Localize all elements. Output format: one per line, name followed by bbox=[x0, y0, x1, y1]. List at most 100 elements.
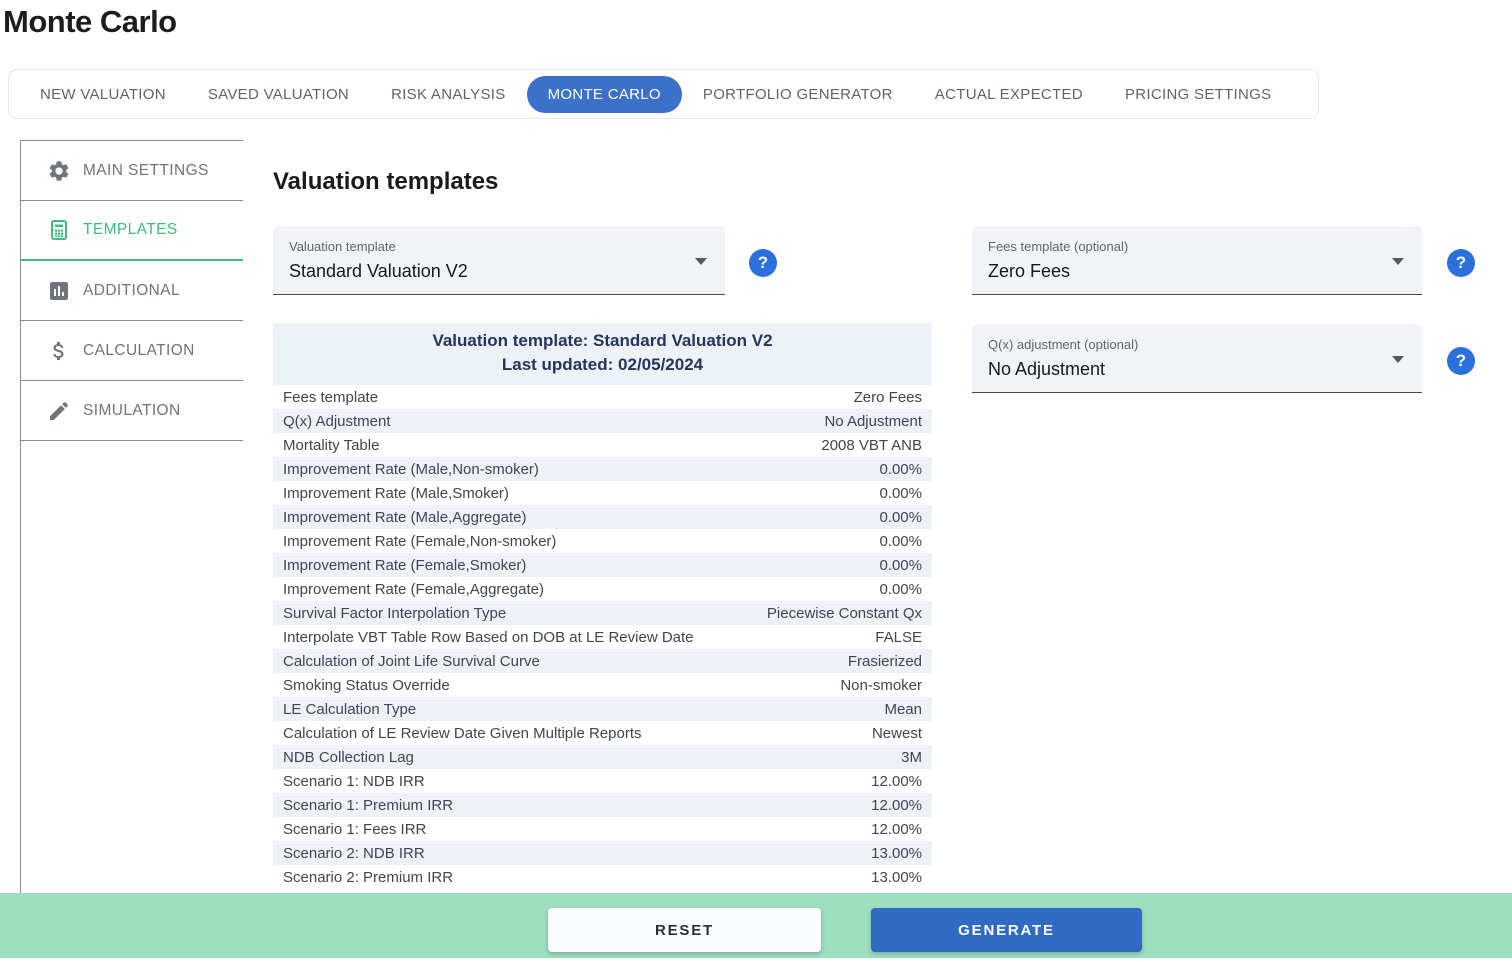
tab-label: MONTE CARLO bbox=[548, 86, 661, 103]
sidebar-item-main-settings[interactable]: MAIN SETTINGS bbox=[21, 141, 243, 201]
row-label: Fees template bbox=[283, 389, 378, 406]
table-row: Calculation of Joint Life Survival Curve… bbox=[273, 649, 932, 673]
valuation-template-help-icon[interactable]: ? bbox=[749, 249, 777, 277]
row-value: FALSE bbox=[875, 629, 922, 646]
qx-adjustment-help-icon[interactable]: ? bbox=[1447, 347, 1475, 375]
tab-label: NEW VALUATION bbox=[40, 86, 166, 103]
section-heading: Valuation templates bbox=[273, 168, 498, 196]
sidebar-item-label: CALCULATION bbox=[83, 342, 195, 360]
summary-title: Valuation template: Standard Valuation V… bbox=[273, 329, 932, 353]
chevron-down-icon bbox=[695, 258, 707, 265]
calculator-icon bbox=[47, 218, 71, 242]
sidebar-item-calculation[interactable]: CALCULATION bbox=[21, 321, 243, 381]
gear-icon bbox=[47, 159, 71, 183]
row-label: Improvement Rate (Male,Non-smoker) bbox=[283, 461, 539, 478]
valuation-template-select[interactable]: Valuation template Standard Valuation V2 bbox=[273, 226, 725, 295]
fees-template-select[interactable]: Fees template (optional) Zero Fees bbox=[972, 226, 1422, 295]
table-row: NDB Collection Lag 3M bbox=[273, 745, 932, 769]
reset-button[interactable]: RESET bbox=[548, 908, 821, 952]
row-value: Newest bbox=[872, 725, 922, 742]
action-footer: RESET GENERATE bbox=[0, 893, 1512, 958]
row-value: Frasierized bbox=[848, 653, 922, 670]
pencil-icon bbox=[47, 399, 71, 423]
row-label: Improvement Rate (Male,Aggregate) bbox=[283, 509, 526, 526]
row-value: 0.00% bbox=[879, 461, 922, 478]
row-value: Mean bbox=[884, 701, 922, 718]
fees-template-label: Fees template (optional) bbox=[988, 239, 1406, 254]
table-row: Calculation of LE Review Date Given Mult… bbox=[273, 721, 932, 745]
row-label: Scenario 2: NDB IRR bbox=[283, 845, 425, 862]
row-label: Improvement Rate (Female,Smoker) bbox=[283, 557, 526, 574]
sidebar-item-label: ADDITIONAL bbox=[83, 282, 180, 300]
row-label: Q(x) Adjustment bbox=[283, 413, 391, 430]
table-row: Q(x) Adjustment No Adjustment bbox=[273, 409, 932, 433]
table-row: Fees template Zero Fees bbox=[273, 385, 932, 409]
row-value: Non-smoker bbox=[840, 677, 922, 694]
fees-template-value: Zero Fees bbox=[988, 261, 1406, 282]
tab-label: PRICING SETTINGS bbox=[1125, 86, 1271, 103]
table-row: Improvement Rate (Female,Non-smoker) 0.0… bbox=[273, 529, 932, 553]
sidebar-item-simulation[interactable]: SIMULATION bbox=[21, 381, 243, 441]
table-row: Improvement Rate (Male,Smoker) 0.00% bbox=[273, 481, 932, 505]
tab-pricing-settings[interactable]: PRICING SETTINGS bbox=[1104, 76, 1292, 113]
chevron-down-icon bbox=[1392, 258, 1404, 265]
tab-risk-analysis[interactable]: RISK ANALYSIS bbox=[370, 76, 527, 113]
tab-portfolio-generator[interactable]: PORTFOLIO GENERATOR bbox=[682, 76, 914, 113]
table-row: Survival Factor Interpolation Type Piece… bbox=[273, 601, 932, 625]
valuation-template-value: Standard Valuation V2 bbox=[289, 261, 709, 282]
fees-template-help-icon[interactable]: ? bbox=[1447, 249, 1475, 277]
page-title: Monte Carlo bbox=[3, 4, 177, 40]
table-row: Mortality Table 2008 VBT ANB bbox=[273, 433, 932, 457]
row-label: Improvement Rate (Female,Non-smoker) bbox=[283, 533, 556, 550]
row-value: 13.00% bbox=[871, 845, 922, 862]
tab-bar: NEW VALUATION SAVED VALUATION RISK ANALY… bbox=[8, 69, 1319, 119]
row-label: NDB Collection Lag bbox=[283, 749, 414, 766]
sidebar-item-templates[interactable]: TEMPLATES bbox=[21, 201, 243, 261]
table-row: Scenario 2: NDB IRR 13.00% bbox=[273, 841, 932, 865]
table-row: Smoking Status Override Non-smoker bbox=[273, 673, 932, 697]
tab-label: SAVED VALUATION bbox=[208, 86, 349, 103]
monte-carlo-page: Monte Carlo NEW VALUATION SAVED VALUATIO… bbox=[0, 0, 1512, 962]
row-value: 0.00% bbox=[879, 533, 922, 550]
row-value: 3M bbox=[901, 749, 922, 766]
row-value: 13.00% bbox=[871, 869, 922, 886]
tab-label: ACTUAL EXPECTED bbox=[935, 86, 1083, 103]
row-label: Scenario 1: Fees IRR bbox=[283, 821, 426, 838]
table-row: LE Calculation Type Mean bbox=[273, 697, 932, 721]
qx-adjustment-select[interactable]: Q(x) adjustment (optional) No Adjustment bbox=[972, 324, 1422, 393]
tab-saved-valuation[interactable]: SAVED VALUATION bbox=[187, 76, 370, 113]
row-label: Improvement Rate (Male,Smoker) bbox=[283, 485, 509, 502]
sidebar-item-additional[interactable]: ADDITIONAL bbox=[21, 261, 243, 321]
sidebar-item-label: MAIN SETTINGS bbox=[83, 162, 209, 180]
qx-adjustment-value: No Adjustment bbox=[988, 359, 1406, 380]
row-label: Scenario 2: Premium IRR bbox=[283, 869, 453, 886]
row-value: 2008 VBT ANB bbox=[821, 437, 922, 454]
table-row: Improvement Rate (Female,Smoker) 0.00% bbox=[273, 553, 932, 577]
row-value: 0.00% bbox=[879, 509, 922, 526]
row-label: Scenario 1: NDB IRR bbox=[283, 773, 425, 790]
tab-new-valuation[interactable]: NEW VALUATION bbox=[19, 76, 187, 113]
row-value: Piecewise Constant Qx bbox=[767, 605, 922, 622]
table-row: Improvement Rate (Male,Non-smoker) 0.00% bbox=[273, 457, 932, 481]
row-value: 12.00% bbox=[871, 797, 922, 814]
tab-actual-expected[interactable]: ACTUAL EXPECTED bbox=[914, 76, 1104, 113]
sidebar: MAIN SETTINGS TEMPLATES ADDITIONAL CALCU… bbox=[20, 140, 243, 893]
row-value: 0.00% bbox=[879, 557, 922, 574]
row-label: Mortality Table bbox=[283, 437, 379, 454]
sidebar-item-label: TEMPLATES bbox=[83, 221, 178, 239]
tab-monte-carlo[interactable]: MONTE CARLO bbox=[527, 76, 682, 113]
generate-button[interactable]: GENERATE bbox=[871, 908, 1142, 952]
row-value: 12.00% bbox=[871, 821, 922, 838]
tab-label: PORTFOLIO GENERATOR bbox=[703, 86, 893, 103]
valuation-template-label: Valuation template bbox=[289, 239, 709, 254]
row-label: LE Calculation Type bbox=[283, 701, 416, 718]
row-label: Interpolate VBT Table Row Based on DOB a… bbox=[283, 629, 694, 646]
row-value: 0.00% bbox=[879, 485, 922, 502]
table-row: Scenario 1: Fees IRR 12.00% bbox=[273, 817, 932, 841]
table-row: Improvement Rate (Female,Aggregate) 0.00… bbox=[273, 577, 932, 601]
table-row: Scenario 2: Premium IRR 13.00% bbox=[273, 865, 932, 889]
tab-label: RISK ANALYSIS bbox=[391, 86, 506, 103]
qx-adjustment-label: Q(x) adjustment (optional) bbox=[988, 337, 1406, 352]
row-label: Survival Factor Interpolation Type bbox=[283, 605, 506, 622]
template-summary-table: Valuation template: Standard Valuation V… bbox=[273, 323, 932, 889]
